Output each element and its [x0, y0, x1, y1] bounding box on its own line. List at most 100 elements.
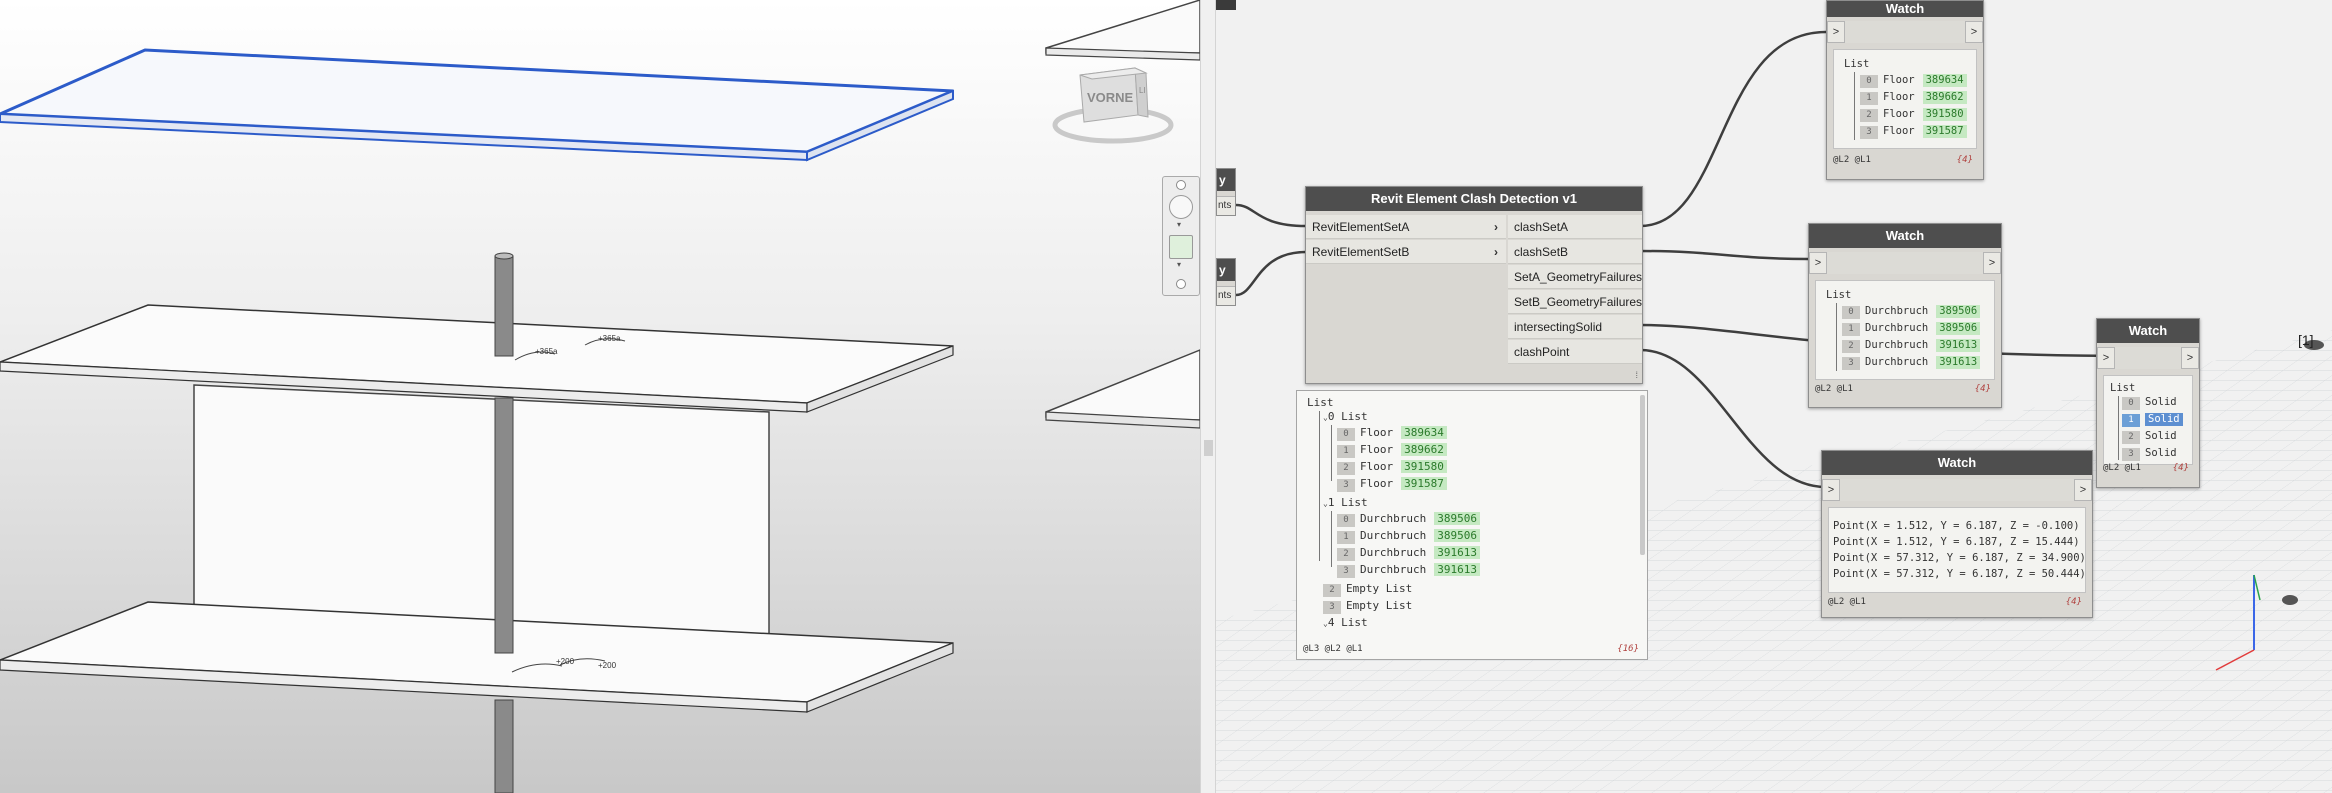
list-item[interactable]: 3 Floor 391587	[1337, 476, 1447, 492]
tree-line	[1319, 411, 1320, 561]
list-item[interactable]: 1 Durchbruch 389506	[1842, 320, 1981, 336]
preview-group[interactable]: ⌄0 List	[1323, 409, 1368, 425]
output-port[interactable]: nts	[1217, 286, 1235, 305]
list-item[interactable]: 0 Solid	[2122, 394, 2177, 410]
input-node-b[interactable]: y nts	[1216, 258, 1236, 306]
watch-display[interactable]: Point(X = 1.512, Y = 6.187, Z = -0.100) P…	[1828, 507, 2086, 593]
output-port-set-a-failures[interactable]: SetA_GeometryFailures	[1508, 265, 1642, 289]
dropdown-arrow-icon[interactable]: ▾	[1177, 220, 1181, 229]
clash-detection-node[interactable]: Revit Element Clash Detection v1 RevitEl…	[1305, 186, 1643, 384]
item-type: Floor	[1360, 477, 1394, 490]
watch-display[interactable]: List 0 Floor 389634 1 Floor 389662 2 Floor 39158…	[1833, 49, 1977, 149]
point-value: Point(X = 1.512, Y = 6.187, Z = 15.444)	[1833, 536, 2080, 548]
view-cube-side-label: LI	[1139, 86, 1146, 95]
item-index: 0	[1842, 306, 1860, 319]
watch-count: {4}	[2065, 597, 2082, 607]
list-item[interactable]: 3 Solid	[2122, 445, 2177, 461]
watch-node-clash-set-a[interactable]: Watch > > List 0 Floor 389634 1 Floor 389662 2…	[1826, 0, 1984, 180]
list-item[interactable]: 0 Floor 389634	[1860, 72, 1967, 88]
output-port-intersecting-solid[interactable]: intersectingSolid	[1508, 315, 1642, 339]
watch-count: {4}	[1974, 384, 1991, 394]
watch-input-port[interactable]: >	[1822, 479, 1840, 501]
item-index: 2	[1337, 548, 1355, 561]
navigation-bar: ▾ ▾	[1162, 176, 1200, 296]
list-item[interactable]: 3 Floor 391587	[1860, 123, 1967, 139]
dropdown-arrow-icon[interactable]: ▾	[1177, 260, 1181, 269]
floor-slab-upper	[0, 304, 954, 413]
list-item[interactable]: 0 Durchbruch 389506	[1337, 511, 1480, 527]
nav-bar-pin-icon[interactable]	[1176, 180, 1186, 190]
split-divider[interactable]	[1200, 0, 1216, 793]
preview-group[interactable]: ⌄4 List	[1323, 615, 1368, 629]
resize-grip-icon[interactable]: ⁞	[1635, 370, 1638, 380]
watch-input-port[interactable]: >	[1809, 252, 1827, 274]
dim-label: +200	[556, 657, 575, 666]
item-index: 3	[1337, 565, 1355, 578]
model-viewport[interactable]: +365a +365a +200 +200	[0, 0, 1200, 793]
watch-output-port[interactable]: >	[2181, 347, 2199, 369]
group-index: 0	[1327, 410, 1335, 423]
watch-input-port[interactable]: >	[2097, 347, 2115, 369]
dynamo-canvas[interactable]: [1] y nts y nts Revit Element Clash Dete…	[1216, 0, 2332, 793]
node-title: Revit Element Clash Detection v1	[1306, 187, 1642, 211]
watch-output-port[interactable]: >	[1965, 21, 1983, 43]
list-item[interactable]: 2 Floor 391580	[1860, 106, 1967, 122]
node-title: y	[1217, 259, 1235, 281]
view-cube[interactable]: VORNE LI	[1040, 55, 1200, 155]
port-label: RevitElementSetA	[1312, 220, 1410, 234]
element-id: 391613	[1434, 546, 1480, 559]
output-port-set-b-failures[interactable]: SetB_GeometryFailures	[1508, 290, 1642, 314]
tree-line	[1836, 303, 1837, 371]
watch-levels: @L2 @L1	[1828, 597, 1866, 607]
watch-node-clash-point[interactable]: Watch > > Point(X = 1.512, Y = 6.187, Z …	[1821, 450, 2093, 618]
output-port-clash-set-b[interactable]: clashSetB	[1508, 240, 1642, 264]
input-node-a[interactable]: y nts	[1216, 168, 1236, 216]
preview-group[interactable]: ⌄1 List	[1323, 495, 1368, 511]
list-item[interactable]: 2 Durchbruch 391613	[1842, 337, 1981, 353]
node-preview-bubble[interactable]: List ⌄0 List 0 Floor 389634 1 Floor 389662 2 Fl…	[1296, 390, 1648, 660]
watch-display[interactable]: List 0 Durchbruch 389506 1 Durchbruch 389506 2…	[1815, 280, 1995, 380]
list-item[interactable]: 3 Durchbruch 391613	[1337, 562, 1480, 578]
item-label: Empty List	[1346, 599, 1413, 612]
output-port-clash-set-a[interactable]: clashSetA	[1508, 215, 1642, 239]
output-port[interactable]: nts	[1217, 196, 1235, 215]
item-type: Durchbruch	[1865, 322, 1929, 334]
watch-levels: @L2 @L1	[2103, 463, 2141, 473]
element-id: 391580	[1401, 460, 1447, 473]
element-id: 389662	[1401, 443, 1447, 456]
input-port-set-b[interactable]: RevitElementSetB ›	[1306, 240, 1506, 264]
watch-output-port[interactable]: >	[2074, 479, 2092, 501]
preview-levels: @L3 @L2 @L1	[1303, 644, 1363, 654]
list-item[interactable]: 2 Durchbruch 391613	[1337, 545, 1480, 561]
input-port-set-a[interactable]: RevitElementSetA ›	[1306, 215, 1506, 239]
selected-floor-slab[interactable]	[0, 48, 954, 162]
tree-line	[1331, 425, 1332, 481]
list-item[interactable]: 2 Floor 391580	[1337, 459, 1447, 475]
zoom-region-icon[interactable]	[1169, 235, 1193, 259]
watch-output-port[interactable]: >	[1983, 252, 2001, 274]
preview-scrollbar[interactable]	[1640, 395, 1645, 555]
pipe-column[interactable]	[494, 252, 514, 793]
output-port-clash-point[interactable]: clashPoint	[1508, 340, 1642, 364]
item-index: 3	[1842, 357, 1860, 370]
list-item[interactable]: 0 Durchbruch 389506	[1842, 303, 1981, 319]
item-type: Solid	[2145, 430, 2177, 442]
list-item[interactable]: 3 Durchbruch 391613	[1842, 354, 1981, 370]
list-item[interactable]: 1 Solid	[2122, 411, 2183, 427]
divider-grip[interactable]	[1204, 440, 1213, 456]
node-title: Watch	[1822, 451, 2092, 475]
nav-bar-options-icon[interactable]	[1176, 279, 1186, 289]
list-item[interactable]: 1 Durchbruch 389506	[1337, 528, 1480, 544]
revit-3d-view[interactable]: +365a +365a +200 +200 VORNE LI ▾ ▾	[0, 0, 1200, 793]
list-item[interactable]: 1 Floor 389662	[1337, 442, 1447, 458]
steering-wheel-icon[interactable]	[1169, 195, 1193, 219]
chevron-right-icon: ›	[1494, 245, 1498, 259]
watch-node-intersecting-solid[interactable]: Watch > > List 0 Solid 1 Solid 2 Solid 3 Solid …	[2096, 318, 2200, 488]
watch-node-clash-set-b[interactable]: Watch > > List 0 Durchbruch 389506 1 Durchbr…	[1808, 223, 2002, 408]
element-id: 389506	[1936, 322, 1981, 335]
watch-display[interactable]: List 0 Solid 1 Solid 2 Solid 3 Solid	[2103, 375, 2193, 465]
watch-input-port[interactable]: >	[1827, 21, 1845, 43]
list-item[interactable]: 1 Floor 389662	[1860, 89, 1967, 105]
list-item[interactable]: 2 Solid	[2122, 428, 2177, 444]
list-item[interactable]: 0 Floor 389634	[1337, 425, 1447, 441]
